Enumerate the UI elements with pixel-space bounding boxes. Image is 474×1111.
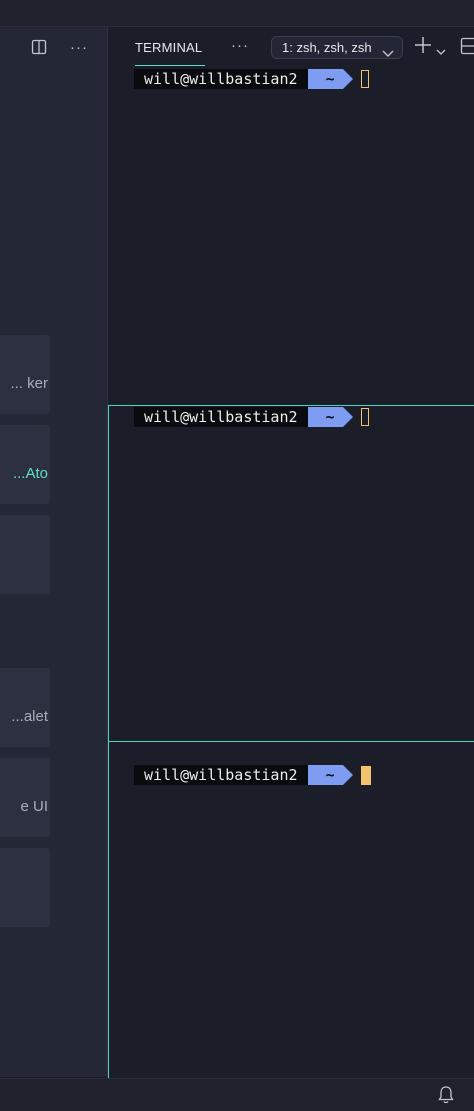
chevron-down-icon[interactable]: [436, 42, 446, 60]
terminal-prompt: will@willbastian2 ~: [134, 407, 369, 427]
terminal-cursor: [360, 408, 369, 426]
list-item[interactable]: Ato...: [0, 425, 50, 504]
more-icon[interactable]: ···: [69, 37, 89, 57]
vscode-window: ··· ker ... Ato... alet... e UI TERMINAL…: [0, 0, 474, 1111]
list-item-label: e UI: [20, 798, 48, 815]
more-label: ···: [70, 38, 88, 56]
more-icon[interactable]: ···: [231, 37, 249, 54]
split-editor-icon[interactable]: [29, 37, 49, 57]
prompt-user: will@willbastian2: [134, 69, 318, 89]
terminal-cursor: [360, 765, 371, 785]
list-item[interactable]: alet...: [0, 668, 50, 747]
list-item-label: alet...: [11, 708, 48, 725]
terminal-select-value: 1: zsh, zsh, zsh: [282, 40, 372, 55]
terminal-pane[interactable]: will@willbastian2 ~: [108, 741, 474, 1078]
terminal-panel-header: TERMINAL ··· 1: zsh, zsh, zsh: [108, 27, 474, 67]
editor-pane: ··· ker ... Ato... alet... e UI: [0, 27, 108, 1077]
terminal-cursor: [360, 70, 369, 88]
terminal-pane[interactable]: will@willbastian2 ~: [108, 405, 474, 741]
list-item[interactable]: e UI: [0, 758, 50, 837]
terminal-prompt: will@willbastian2 ~: [134, 765, 371, 785]
prompt-directory: ~: [307, 765, 353, 785]
prompt-directory: ~: [307, 407, 353, 427]
prompt-directory: ~: [307, 69, 353, 89]
terminal-prompt: will@willbastian2 ~: [134, 69, 369, 89]
plus-icon[interactable]: [413, 35, 433, 60]
list-item-label: ker ...: [10, 375, 48, 392]
editor-actions: ···: [29, 37, 89, 57]
list-item[interactable]: ker ...: [0, 335, 50, 414]
list-item[interactable]: [0, 515, 50, 594]
chevron-down-icon: [382, 43, 394, 64]
terminal-pane[interactable]: will@willbastian2 ~: [108, 67, 474, 405]
bell-icon[interactable]: [437, 1085, 455, 1110]
split-terminal-icon[interactable]: [460, 37, 474, 60]
status-bar: [0, 1078, 474, 1111]
list-item[interactable]: [0, 848, 50, 927]
title-bar: [0, 0, 474, 27]
tab-terminal[interactable]: TERMINAL: [135, 40, 202, 55]
terminal-select[interactable]: 1: zsh, zsh, zsh: [271, 36, 403, 59]
list-item-label: Ato...: [12, 465, 48, 482]
active-tab-indicator: [135, 65, 205, 66]
prompt-user: will@willbastian2: [134, 765, 318, 785]
prompt-user: will@willbastian2: [134, 407, 318, 427]
